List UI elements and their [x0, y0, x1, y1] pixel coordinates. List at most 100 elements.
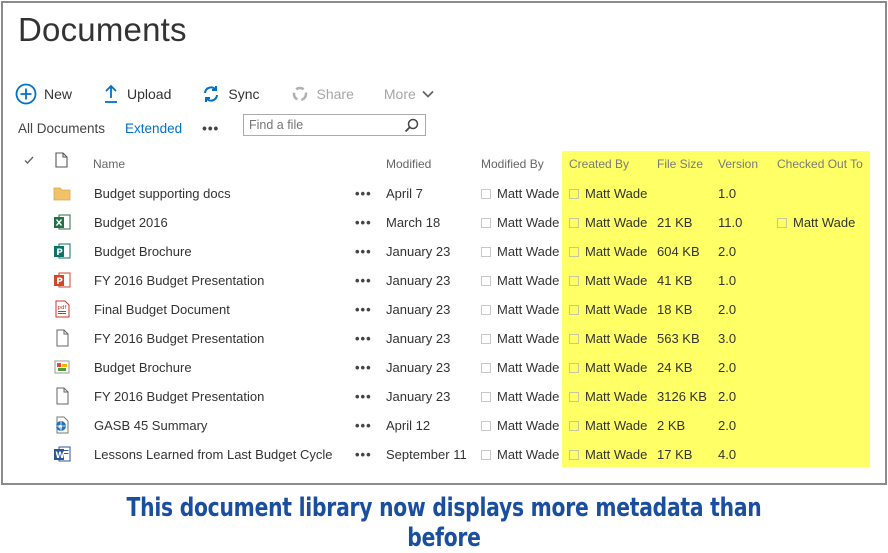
file-name-link[interactable]: Budget supporting docs	[94, 186, 231, 201]
search-input[interactable]	[244, 117, 406, 133]
file-name-link[interactable]: FY 2016 Budget Presentation	[94, 273, 264, 288]
item-options-button[interactable]: •••	[355, 302, 372, 317]
created-by-user-text: Matt Wade	[585, 186, 648, 201]
file-name-link[interactable]: Budget 2016	[94, 215, 168, 230]
file-name-link[interactable]: Budget Brochure	[94, 244, 192, 259]
version-number-text: 2.0	[718, 244, 737, 259]
modified-by-user[interactable]: Matt Wade	[481, 360, 559, 375]
file-name-link-text: Budget supporting docs	[94, 186, 231, 201]
version-number-text: 2.0	[718, 418, 737, 433]
view-extended[interactable]: Extended	[125, 121, 182, 136]
created-by-user[interactable]: Matt Wade	[569, 360, 647, 375]
created-by-user[interactable]: Matt Wade	[569, 215, 647, 230]
created-by-user-text: Matt Wade	[585, 418, 648, 433]
modified-by-user-text: Matt Wade	[497, 273, 560, 288]
item-options-button[interactable]: •••	[355, 215, 372, 230]
file-name-link-text: FY 2016 Budget Presentation	[94, 331, 265, 346]
table-row[interactable]: e GASB 45 Summary ••• April 12 Matt Wade Matt…	[3, 411, 885, 440]
item-options-button[interactable]: •••	[355, 331, 372, 346]
created-by-user[interactable]: Matt Wade	[569, 418, 647, 433]
item-options-button[interactable]: •••	[355, 389, 372, 404]
modified-by-user[interactable]: Matt Wade	[481, 389, 559, 404]
presence-indicator-icon	[569, 450, 579, 460]
file-name-link[interactable]: Lessons Learned from Last Budget Cycle	[94, 447, 332, 462]
modified-date-text: April 7	[386, 186, 423, 201]
created-by-user[interactable]: Matt Wade	[569, 273, 647, 288]
modified-by-user[interactable]: Matt Wade	[481, 447, 559, 462]
table-row[interactable]: pdf Final Budget Document ••• January 23 Mat…	[3, 295, 885, 324]
created-by-user[interactable]: Matt Wade	[569, 389, 647, 404]
file-size-text: 21 KB	[657, 215, 693, 230]
modified-by-user[interactable]: Matt Wade	[481, 215, 559, 230]
table-row[interactable]: Budget supporting docs ••• April 7 Matt Wad…	[3, 179, 885, 208]
created-by-user[interactable]: Matt Wade	[569, 447, 647, 462]
item-options-button[interactable]: •••	[355, 186, 372, 201]
column-header-version[interactable]: Version	[718, 157, 758, 171]
created-by-user[interactable]: Matt Wade	[569, 302, 647, 317]
column-header-created-by[interactable]: Created By	[569, 157, 629, 171]
column-header-file-size[interactable]: File Size	[657, 157, 703, 171]
version-number-text: 4.0	[718, 447, 737, 462]
file-type-header-icon	[55, 152, 68, 171]
search-icon[interactable]	[404, 118, 419, 138]
file-name-link[interactable]: Final Budget Document	[94, 302, 230, 317]
modified-by-user[interactable]: Matt Wade	[481, 186, 559, 201]
checked-out-to-user[interactable]: Matt Wade	[777, 215, 855, 230]
column-header-modified[interactable]: Modified	[386, 157, 431, 171]
view-options-button[interactable]: •••	[202, 121, 219, 136]
file-size-text: 18 KB	[657, 302, 693, 317]
sync-button[interactable]: Sync	[201, 84, 260, 104]
created-by-user[interactable]: Matt Wade	[569, 186, 647, 201]
generic-file-icon	[53, 387, 71, 405]
table-row[interactable]: Budget Brochure ••• January 23 Matt Wade Mat…	[3, 353, 885, 382]
table-row[interactable]: FY 2016 Budget Presentation ••• January 23…	[3, 382, 885, 411]
version-number-text: 2.0	[718, 360, 737, 375]
file-name-link[interactable]: FY 2016 Budget Presentation	[94, 331, 264, 346]
modified-by-user[interactable]: Matt Wade	[481, 244, 559, 259]
file-name-link[interactable]: FY 2016 Budget Presentation	[94, 389, 264, 404]
modified-by-user[interactable]: Matt Wade	[481, 331, 559, 346]
version-number: 1.0	[718, 273, 736, 288]
share-button[interactable]: Share	[290, 84, 354, 104]
modified-by-user[interactable]: Matt Wade	[481, 302, 559, 317]
more-button[interactable]: More	[384, 86, 434, 102]
table-row[interactable]: Budget 2016 ••• March 18 Matt Wade Matt Wade…	[3, 208, 885, 237]
created-by-user[interactable]: Matt Wade	[569, 331, 647, 346]
modified-by-user-text: Matt Wade	[497, 302, 560, 317]
view-all-documents[interactable]: All Documents	[18, 121, 105, 136]
created-by-user[interactable]: Matt Wade	[569, 244, 647, 259]
item-options-button[interactable]: •••	[355, 418, 372, 433]
version-number: 3.0	[718, 331, 736, 346]
select-all-checkmark-icon[interactable]	[23, 154, 35, 169]
presence-indicator-icon	[569, 218, 579, 228]
file-name-link[interactable]: Budget Brochure	[94, 360, 192, 375]
item-options-button[interactable]: •••	[355, 360, 372, 375]
upload-button[interactable]: Upload	[102, 84, 171, 104]
file-size: 18 KB	[657, 302, 692, 317]
new-button[interactable]: New	[15, 83, 72, 105]
generic-file-icon	[53, 329, 71, 347]
command-bar: New Upload Sync Share More	[15, 81, 464, 107]
file-name-link[interactable]: GASB 45 Summary	[94, 418, 207, 433]
file-size: 604 KB	[657, 244, 700, 259]
modified-by-user[interactable]: Matt Wade	[481, 273, 559, 288]
column-header-name[interactable]: Name	[93, 157, 125, 171]
column-header-modified-by[interactable]: Modified By	[481, 157, 544, 171]
item-options-button[interactable]: •••	[355, 447, 372, 462]
version-number: 2.0	[718, 418, 736, 433]
modified-by-user[interactable]: Matt Wade	[481, 418, 559, 433]
presence-indicator-icon	[481, 276, 491, 286]
item-options-button[interactable]: •••	[355, 244, 372, 259]
table-row[interactable]: FY 2016 Budget Presentation ••• January 23…	[3, 324, 885, 353]
file-size-text: 24 KB	[657, 360, 693, 375]
table-row[interactable]: W Lessons Learned from Last Budget Cycle •…	[3, 440, 885, 469]
version-number: 1.0	[718, 186, 736, 201]
table-row[interactable]: P FY 2016 Budget Presentation ••• January 2…	[3, 266, 885, 295]
file-name-link-text: Budget 2016	[94, 215, 168, 230]
version-number: 2.0	[718, 302, 736, 317]
version-number-text: 2.0	[718, 302, 737, 317]
table-row[interactable]: P Budget Brochure ••• January 23 Matt Wade Ma…	[3, 237, 885, 266]
item-options-button[interactable]: •••	[355, 273, 372, 288]
column-header-checked-out-to[interactable]: Checked Out To	[777, 157, 863, 171]
created-by-user-text: Matt Wade	[585, 360, 648, 375]
